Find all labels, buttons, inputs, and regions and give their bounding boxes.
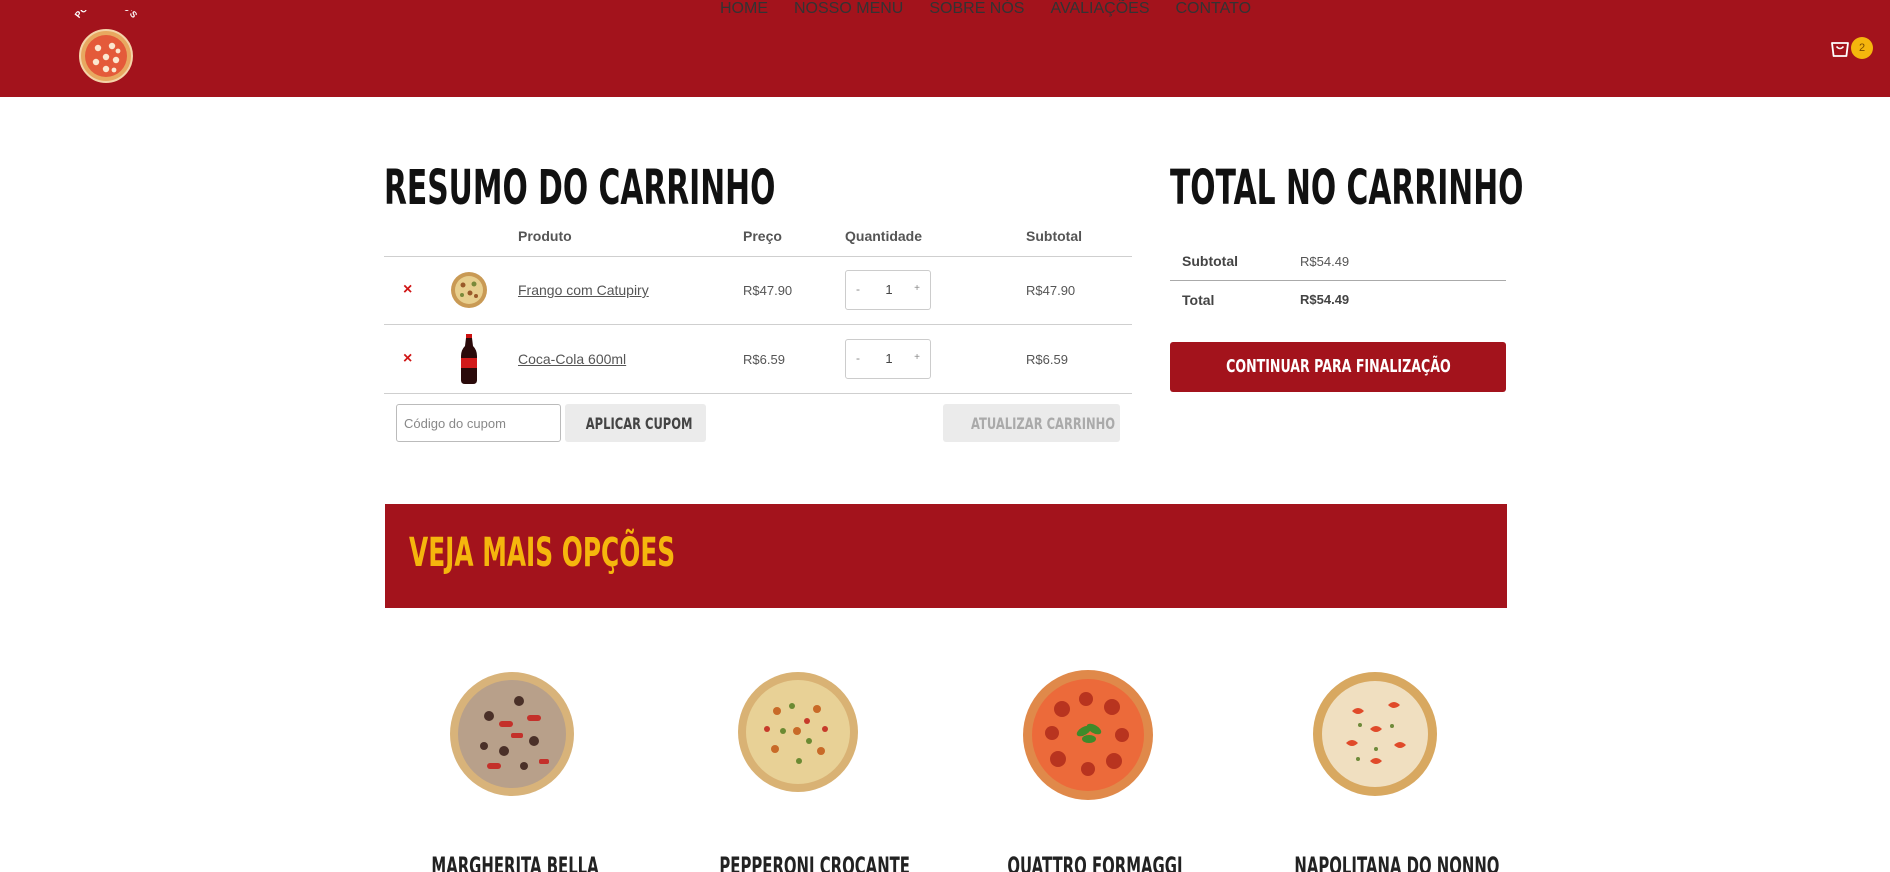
table-divider xyxy=(384,393,1132,394)
update-cart-button[interactable]: ATUALIZAR CARRINHO xyxy=(943,404,1120,442)
table-divider xyxy=(384,256,1132,257)
nav-home[interactable]: HOME xyxy=(720,0,768,18)
apply-coupon-label: APLICAR CUPOM xyxy=(585,414,693,433)
soda-bottle-thumbnail xyxy=(461,334,477,384)
table-divider xyxy=(384,324,1132,325)
svg-text:POLLINARIO'S: POLLINARIO'S xyxy=(73,10,140,20)
shopping-bag-icon[interactable] xyxy=(1829,37,1851,59)
column-subtotal: Subtotal xyxy=(1026,228,1082,244)
update-cart-label: ATUALIZAR CARRINHO xyxy=(971,414,1116,433)
item-price: R$6.59 xyxy=(743,352,785,367)
pizza-thumbnail xyxy=(451,272,487,308)
coupon-code-input[interactable] xyxy=(396,404,561,442)
pizza-image-pepperoni[interactable] xyxy=(737,671,859,793)
cart-count-badge: 2 xyxy=(1851,37,1873,59)
item-subtotal: R$47.90 xyxy=(1026,283,1076,298)
column-product: Produto xyxy=(518,228,572,244)
remove-item-icon[interactable]: × xyxy=(403,350,412,368)
product-name[interactable]: PEPPERONI CROCANTE xyxy=(719,852,910,872)
main-nav: HOME NOSSO MENU SOBRE NÓS AVALIAÇÕES CON… xyxy=(720,0,1251,18)
quantity-stepper: - 1 + xyxy=(845,339,931,379)
quantity-increase-button[interactable]: + xyxy=(914,283,920,294)
pizza-image-margherita[interactable] xyxy=(449,671,575,797)
item-price: R$47.90 xyxy=(743,283,793,298)
product-link[interactable]: Coca-Cola 600ml xyxy=(518,351,626,367)
product-link[interactable]: Frango com Catupiry xyxy=(518,282,649,298)
cart-title: RESUMO DO CARRINHO xyxy=(384,160,776,216)
totals-divider xyxy=(1170,280,1506,281)
nav-nosso-menu[interactable]: NOSSO MENU xyxy=(794,0,903,18)
totals-title: TOTAL NO CARRINHO xyxy=(1170,160,1524,216)
pizza-image-quattro-formaggi[interactable] xyxy=(1022,669,1155,802)
remove-item-icon[interactable]: × xyxy=(403,281,412,299)
product-name[interactable]: QUATTRO FORMAGGI xyxy=(1007,852,1182,872)
apply-coupon-button[interactable]: APLICAR CUPOM xyxy=(565,404,706,442)
subtotal-label: Subtotal xyxy=(1182,253,1238,269)
checkout-label: CONTINUAR PARA FINALIZAÇÃO xyxy=(1225,356,1451,377)
checkout-button[interactable]: CONTINUAR PARA FINALIZAÇÃO xyxy=(1170,342,1506,392)
nav-avaliacoes[interactable]: AVALIAÇÕES xyxy=(1050,0,1149,18)
item-subtotal: R$6.59 xyxy=(1026,352,1068,367)
quantity-stepper: - 1 + xyxy=(845,270,931,310)
pizza-image-napolitana[interactable] xyxy=(1312,671,1439,798)
column-price: Preço xyxy=(743,228,782,244)
column-quantity: Quantidade xyxy=(845,228,923,244)
more-options-title: VEJA MAIS OPÇÕES xyxy=(409,530,676,576)
nav-sobre-nos[interactable]: SOBRE NÓS xyxy=(929,0,1024,18)
subtotal-value: R$54.49 xyxy=(1300,254,1350,269)
total-value: R$54.49 xyxy=(1300,292,1350,307)
product-name[interactable]: MARGHERITA BELLA xyxy=(431,852,598,872)
pollinarios-logo[interactable]: POLLINARIO'S xyxy=(66,10,146,86)
nav-contato[interactable]: CONTATO xyxy=(1175,0,1251,18)
site-header: POLLINARIO'S HOME NOSSO MENU SOBRE NÓS A… xyxy=(0,0,1890,97)
more-options-banner: VEJA MAIS OPÇÕES xyxy=(385,504,1507,608)
total-label: Total xyxy=(1182,292,1215,308)
product-name[interactable]: NAPOLITANA DO NONNO xyxy=(1294,852,1499,872)
quantity-increase-button[interactable]: + xyxy=(914,352,920,363)
